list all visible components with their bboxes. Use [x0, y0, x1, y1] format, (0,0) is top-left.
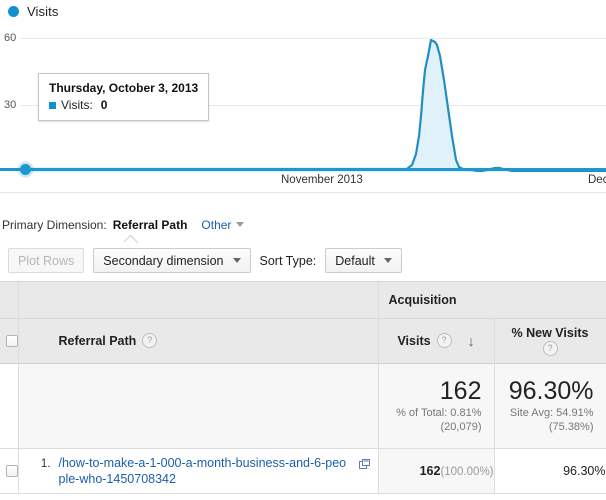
summary-new-visits-cell: 96.30% Site Avg: 54.91% (75.38%)	[494, 363, 606, 449]
x-axis-tick-december: Dec	[588, 174, 606, 186]
chevron-down-icon	[236, 222, 245, 227]
column-header-visits[interactable]: Visits ? ↓	[378, 318, 495, 363]
tooltip-series-swatch-icon	[49, 101, 56, 109]
column-header-referral-path[interactable]: Referral Path ?	[18, 318, 379, 363]
referral-path-table: Acquisition Referral Path ? Visits ? ↓ %…	[0, 281, 606, 494]
summary-new-visits-value: 96.30%	[508, 377, 594, 405]
sort-type-label: Sort Type:	[259, 253, 317, 268]
summary-new-visits-site-avg-pct: (75.38%)	[548, 421, 594, 433]
summary-dimension-cell	[18, 363, 379, 449]
secondary-dimension-label: Secondary dimension	[103, 253, 224, 268]
new-visits-header-label: % New Visits	[511, 325, 589, 340]
acquisition-group-label: Acquisition	[388, 292, 457, 307]
row-visits-cell: 162(100.00%)	[378, 448, 495, 494]
summary-visits-value: 162	[439, 377, 482, 405]
group-header-spacer-dimension	[18, 282, 379, 318]
table-group-header-row: Acquisition	[0, 282, 606, 318]
help-icon[interactable]: ?	[542, 340, 558, 356]
referral-path-link[interactable]: /how-to-make-a-1-000-a-month-business-an…	[59, 455, 351, 487]
help-icon[interactable]: ?	[142, 333, 158, 348]
table-toolbar: Plot Rows Secondary dimension Sort Type:…	[0, 240, 606, 280]
secondary-dimension-dropdown[interactable]: Secondary dimension	[93, 248, 251, 273]
row-select-cell	[0, 448, 19, 494]
chart-bottom-divider	[0, 192, 606, 193]
select-all-cell	[0, 318, 19, 363]
row-dimension-cell: 1. /how-to-make-a-1-000-a-month-business…	[18, 448, 379, 494]
group-header-spacer-check	[0, 282, 19, 318]
toolbar-pointer-arrow	[124, 235, 138, 243]
visits-legend-dot-icon	[8, 6, 19, 17]
chart-tooltip: Thursday, October 3, 2013 Visits: 0	[38, 73, 210, 121]
column-header-new-visits[interactable]: % New Visits ?	[494, 318, 606, 363]
chevron-down-icon	[232, 258, 241, 263]
select-all-checkbox[interactable]	[6, 334, 18, 347]
tooltip-metric-label: Visits:	[61, 98, 93, 112]
summary-check-cell	[0, 363, 19, 449]
x-axis-tick-november: November 2013	[281, 174, 363, 186]
referral-path-header-label: Referral Path	[58, 333, 137, 348]
chart-timeline-axis[interactable]	[0, 168, 606, 171]
primary-dimension-bar: Primary Dimension: Referral Path Other	[0, 212, 606, 238]
sort-type-value: Default	[335, 253, 375, 268]
summary-new-visits-site-avg: Site Avg: 54.91%	[509, 407, 594, 419]
open-in-new-window-glyph	[358, 458, 370, 469]
row-checkbox[interactable]	[6, 464, 18, 477]
open-in-new-window-icon[interactable]	[358, 457, 370, 475]
row-index: 1.	[40, 457, 51, 470]
group-header-acquisition: Acquisition	[378, 282, 606, 318]
visits-header-label: Visits	[397, 333, 431, 348]
summary-visits-total: (20,079)	[440, 421, 482, 433]
plot-rows-button[interactable]: Plot Rows	[8, 248, 85, 273]
summary-visits-cell: 162 % of Total: 0.81% (20,079)	[378, 363, 495, 449]
other-link-text: Other	[201, 218, 232, 232]
row-visits-value: 162	[419, 463, 441, 478]
primary-dimension-value[interactable]: Referral Path	[113, 218, 188, 232]
tooltip-metric-value: 0	[100, 98, 108, 112]
chart-legend-label: Visits	[27, 4, 59, 19]
chevron-down-icon	[383, 258, 392, 263]
summary-visits-pct-of-total: % of Total: 0.81%	[396, 407, 482, 419]
table-column-header-row: Referral Path ? Visits ? ↓ % New Visits …	[0, 318, 606, 363]
tooltip-metric-row: Visits: 0	[49, 97, 198, 113]
row-new-visits-cell: 96.30%	[494, 448, 606, 494]
help-icon[interactable]: ?	[436, 333, 452, 348]
plot-rows-label: Plot Rows	[18, 253, 75, 268]
visits-trend-chart: Visits 60 30 November 2013 Dec Thursday,…	[0, 0, 606, 198]
primary-dimension-other-link[interactable]: Other	[201, 218, 245, 232]
sort-descending-arrow-icon[interactable]: ↓	[468, 333, 475, 349]
tooltip-date: Thursday, October 3, 2013	[49, 81, 199, 95]
table-summary-row: 162 % of Total: 0.81% (20,079) 96.30% Si…	[0, 363, 606, 449]
table-row: 1. /how-to-make-a-1-000-a-month-business…	[0, 448, 606, 494]
timeline-handle-left[interactable]	[20, 164, 31, 175]
row-visits-percent: (100.00%)	[440, 465, 494, 478]
sort-type-dropdown[interactable]: Default	[325, 248, 402, 273]
primary-dimension-label: Primary Dimension:	[2, 218, 107, 232]
chart-legend: Visits	[8, 4, 58, 19]
